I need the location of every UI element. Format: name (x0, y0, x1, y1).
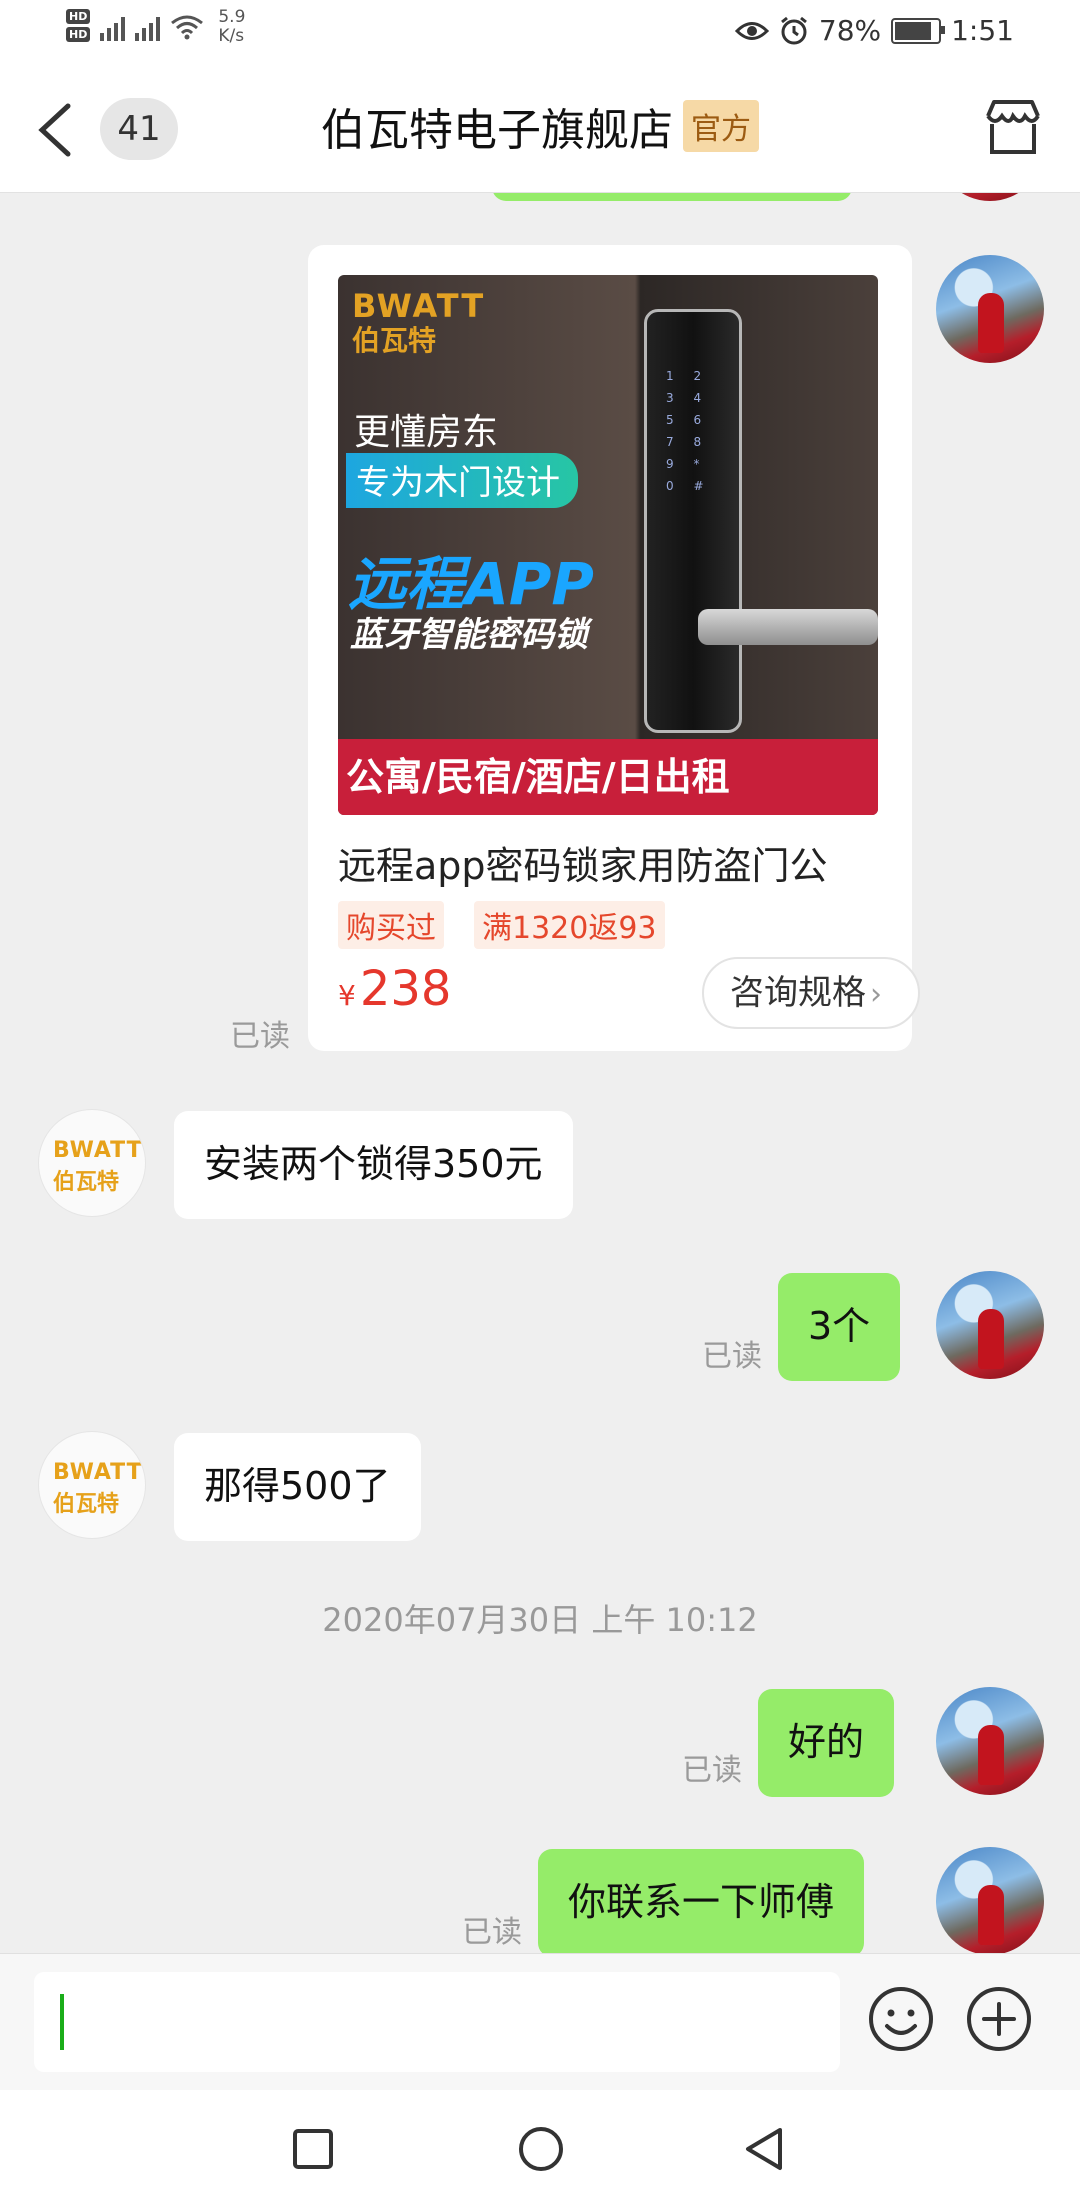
chat-area[interactable]: 已读 1 2 3 4 5 6 7 8 9 * 0 # BWATT 伯瓦特 更懂房… (0, 193, 1080, 1953)
image-footer-banner: 公寓/民宿/酒店/日出租 (338, 739, 878, 815)
alarm-icon (780, 16, 807, 44)
emoji-icon[interactable] (868, 1986, 934, 2052)
message-bubble[interactable]: 安装两个锁得350元 (174, 1111, 573, 1219)
read-status: 已读 (682, 1753, 742, 1788)
battery-icon (891, 17, 946, 44)
consult-spec-button[interactable]: 咨询规格 › (702, 957, 920, 1029)
product-name[interactable]: 远程app密码锁家用防盗门公 (338, 835, 898, 890)
text-cursor (60, 1994, 64, 2050)
message-bubble[interactable]: 3个 (778, 1273, 901, 1381)
wifi-icon (171, 15, 204, 40)
eye-icon (734, 21, 769, 40)
battery-percent: 78% (818, 14, 882, 47)
user-avatar[interactable] (936, 1847, 1044, 1953)
message-bubble[interactable]: 好的 (758, 1689, 895, 1797)
page-title: 伯瓦特电子旗舰店 官方 (0, 94, 1080, 158)
status-bar: HD HD 5.9 K/s 78% 1:51 (0, 0, 1080, 64)
official-badge: 官方 (683, 100, 759, 152)
image-subtitle: 蓝牙智能密码锁 (350, 615, 588, 655)
message-bubble[interactable]: 那得500了 (174, 1433, 421, 1541)
previous-message-bubble[interactable] (492, 193, 852, 201)
timestamp: 2020年07月30日 上午 10:12 (322, 1601, 758, 1639)
product-image[interactable]: 1 2 3 4 5 6 7 8 9 * 0 # BWATT 伯瓦特 更懂房东 专… (338, 275, 878, 815)
chat-header: 41 伯瓦特电子旗舰店 官方 (0, 64, 1080, 193)
system-navigation-bar (0, 2090, 1080, 2204)
shop-icon[interactable] (982, 96, 1044, 158)
recent-apps-icon[interactable] (292, 2128, 334, 2170)
message-input[interactable] (34, 1972, 840, 2072)
promo-tag: 满1320返93 (474, 901, 665, 949)
product-price: ¥238 (338, 961, 452, 1017)
user-avatar[interactable] (936, 1271, 1044, 1379)
read-status: 已读 (462, 1915, 522, 1950)
door-handle-graphic (698, 609, 878, 645)
hd-badge-1: HD (66, 9, 91, 24)
user-avatar[interactable] (936, 1687, 1044, 1795)
user-avatar[interactable] (936, 193, 1044, 201)
signal-icon (100, 13, 126, 41)
network-speed: 5.9 K/s (218, 7, 246, 46)
clock: 1:51 (951, 14, 1014, 47)
status-right: 78% 1:51 (734, 14, 1014, 47)
plus-icon[interactable] (966, 1986, 1032, 2052)
status-left: HD HD 5.9 K/s (66, 8, 245, 46)
image-banner: 专为木门设计 (346, 453, 578, 508)
read-status: 已读 (702, 1339, 762, 1374)
hd-badge-2: HD (66, 27, 91, 42)
hd-indicator: HD HD (66, 9, 91, 45)
message-bubble[interactable]: 你联系一下师傅 (538, 1849, 865, 1953)
signal-icon-2 (135, 13, 161, 41)
read-status: 已读 (230, 1019, 290, 1054)
store-avatar[interactable]: BWATT 伯瓦特 (38, 1431, 146, 1539)
product-card[interactable]: 1 2 3 4 5 6 7 8 9 * 0 # BWATT 伯瓦特 更懂房东 专… (308, 245, 920, 1051)
image-headline: 更懂房东 (354, 412, 499, 453)
chevron-right-icon: › (870, 977, 882, 1012)
store-avatar-logo: BWATT (53, 1138, 143, 1163)
home-icon[interactable] (518, 2126, 564, 2172)
store-avatar[interactable]: BWATT 伯瓦特 (38, 1109, 146, 1217)
bought-tag: 购买过 (338, 901, 444, 949)
user-avatar[interactable] (936, 255, 1044, 363)
brand-logo-cn: 伯瓦特 (352, 324, 437, 357)
keypad-graphic: 1 2 3 4 5 6 7 8 9 * 0 # (666, 369, 712, 493)
input-bar (0, 1953, 1080, 2091)
store-avatar-logo-cn: 伯瓦特 (53, 1492, 120, 1517)
store-name: 伯瓦特电子旗舰店 (321, 105, 673, 156)
back-nav-icon[interactable] (742, 2126, 784, 2172)
store-avatar-logo: BWATT (53, 1460, 143, 1485)
store-avatar-logo-cn: 伯瓦特 (53, 1170, 120, 1195)
